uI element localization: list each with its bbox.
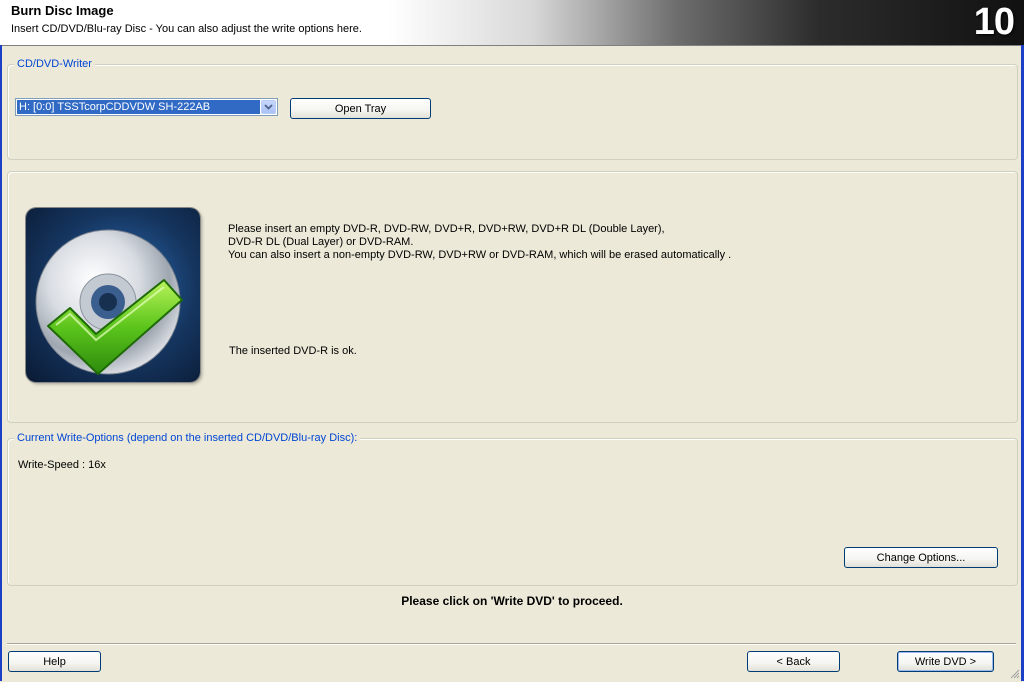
chevron-down-icon[interactable] bbox=[261, 100, 276, 114]
back-button[interactable]: < Back bbox=[747, 651, 840, 672]
open-tray-button[interactable]: Open Tray bbox=[290, 98, 431, 119]
insert-instructions: Please insert an empty DVD-R, DVD-RW, DV… bbox=[228, 223, 731, 262]
disc-checkmark-icon bbox=[26, 208, 200, 382]
resize-grip-icon[interactable] bbox=[1010, 669, 1020, 679]
window-left-border bbox=[0, 45, 2, 681]
drive-select[interactable]: H: [0:0] TSSTcorpCDDVDW SH-222AB bbox=[15, 98, 278, 116]
write-speed-text: Write-Speed : 16x bbox=[18, 459, 106, 471]
page-title: Burn Disc Image bbox=[11, 3, 114, 18]
step-number: 10 bbox=[973, 1, 1015, 43]
help-button[interactable]: Help bbox=[8, 651, 101, 672]
drive-select-value: H: [0:0] TSSTcorpCDDVDW SH-222AB bbox=[17, 100, 260, 114]
instruction-line: You can also insert a non-empty DVD-RW, … bbox=[228, 249, 732, 261]
writer-group-legend: CD/DVD-Writer bbox=[14, 58, 95, 70]
proceed-hint: Please click on 'Write DVD' to proceed. bbox=[401, 594, 623, 608]
write-options-legend: Current Write-Options (depend on the ins… bbox=[14, 432, 361, 444]
page-subtitle: Insert CD/DVD/Blu-ray Disc - You can als… bbox=[11, 23, 362, 35]
write-dvd-button[interactable]: Write DVD > bbox=[897, 651, 994, 672]
instruction-line: DVD-R DL (Dual Layer) or DVD-RAM. bbox=[228, 236, 414, 248]
disc-status-text: The inserted DVD-R is ok. bbox=[229, 345, 357, 357]
change-options-button[interactable]: Change Options... bbox=[844, 547, 998, 568]
footer-divider bbox=[7, 643, 1016, 645]
instruction-line: Please insert an empty DVD-R, DVD-RW, DV… bbox=[228, 223, 665, 235]
wizard-header: Burn Disc Image Insert CD/DVD/Blu-ray Di… bbox=[0, 0, 1024, 46]
